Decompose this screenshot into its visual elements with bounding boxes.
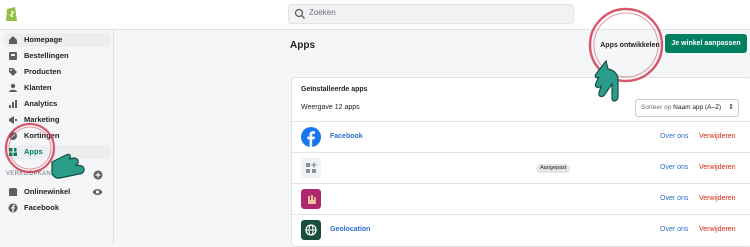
sidebar-item-label: Klanten: [24, 83, 52, 92]
sidebar-item-discounts[interactable]: Kortingen: [4, 129, 110, 143]
apps-icon: [9, 148, 17, 156]
app-row: Geolocation Over ons Verwijderen: [292, 214, 750, 246]
sort-prefix: Sorteer op: [641, 104, 672, 111]
sidebar-item-label: Apps: [24, 147, 43, 156]
app-row: Aangepast Over ons Verwijderen: [292, 152, 750, 184]
customers-icon: [9, 83, 17, 92]
about-link[interactable]: Over ons: [660, 164, 688, 171]
eye-icon[interactable]: [92, 187, 103, 197]
sidebar-item-label: Producten: [24, 67, 62, 76]
add-sales-channel-icon[interactable]: [93, 170, 103, 180]
sidebar-item-facebook[interactable]: Facebook: [4, 201, 110, 215]
home-icon: [9, 36, 17, 44]
about-link[interactable]: Over ons: [660, 226, 688, 233]
app-row: Facebook Over ons Verwijderen: [292, 121, 750, 153]
installed-apps-card: Geïnstalleerde apps Weergave 12 apps Sor…: [291, 77, 750, 247]
page-title: Apps: [290, 40, 315, 51]
card-title: Geïnstalleerde apps: [301, 86, 368, 93]
sidebar-item-label: Analytics: [24, 99, 58, 108]
sidebar-item-label: Homepage: [24, 35, 63, 44]
sidebar-item-apps[interactable]: Apps: [4, 145, 110, 159]
shopify-logo-icon[interactable]: [5, 5, 19, 23]
custom-app-placeholder-icon: [301, 158, 321, 178]
facebook-app-icon: [301, 127, 321, 147]
remove-link[interactable]: Verwijderen: [699, 226, 736, 233]
facebook-icon: [8, 203, 18, 213]
search-placeholder: Zoeken: [309, 8, 336, 17]
top-bar: Zoeken: [0, 0, 750, 30]
discount-icon: [9, 132, 17, 140]
sort-select[interactable]: Sorteer op Naam app (A–Z) ⇕: [635, 99, 739, 117]
sales-channels-title: VERKOOPKANALEN: [6, 171, 68, 177]
geolocation-app-icon: [301, 220, 321, 240]
sidebar-item-homepage[interactable]: Homepage: [4, 33, 110, 47]
remove-link[interactable]: Verwijderen: [699, 133, 736, 140]
remove-link[interactable]: Verwijderen: [699, 164, 736, 171]
sidebar-item-marketing[interactable]: Marketing: [4, 113, 110, 127]
sidebar-item-label: Kortingen: [24, 131, 60, 140]
sidebar-item-online-store[interactable]: Onlinewinkel: [4, 185, 110, 199]
app-icon: [301, 189, 321, 209]
app-row: Over ons Verwijderen: [292, 183, 750, 215]
sidebar-item-products[interactable]: Producten: [4, 65, 110, 79]
main-content: Apps Apps ontwikkelen Je winkel aanpasse…: [114, 30, 750, 247]
sidebar-item-label: Bestellingen: [24, 51, 69, 60]
customize-store-button[interactable]: Je winkel aanpassen: [665, 34, 747, 53]
tag-icon: [9, 68, 17, 76]
sidebar-item-customers[interactable]: Klanten: [4, 81, 110, 95]
sidebar: Homepage Bestellingen Producten Klanten …: [0, 30, 114, 245]
sort-chevron-icon: ⇕: [728, 104, 734, 111]
app-name-link[interactable]: Geolocation: [330, 226, 370, 233]
app-name-link[interactable]: Facebook: [330, 133, 363, 140]
store-icon: [8, 188, 18, 196]
analytics-icon: [9, 100, 17, 108]
remove-link[interactable]: Verwijderen: [699, 195, 736, 202]
apps-count: Weergave 12 apps: [301, 104, 360, 111]
sidebar-item-label: Onlinewinkel: [24, 187, 71, 196]
about-link[interactable]: Over ons: [660, 195, 688, 202]
sidebar-item-label: Marketing: [24, 115, 60, 124]
orders-icon: [9, 52, 17, 60]
sidebar-item-label: Facebook: [24, 203, 60, 212]
develop-apps-button[interactable]: Apps ontwikkelen: [587, 35, 673, 57]
sort-value: Naam app (A–Z): [673, 104, 722, 111]
about-link[interactable]: Over ons: [660, 133, 688, 140]
megaphone-icon: [9, 116, 17, 124]
search-icon: [294, 8, 305, 19]
sidebar-item-analytics[interactable]: Analytics: [4, 97, 110, 111]
custom-badge: Aangepast: [536, 164, 571, 173]
sidebar-item-orders[interactable]: Bestellingen: [4, 49, 110, 63]
search-box[interactable]: Zoeken: [288, 4, 574, 24]
